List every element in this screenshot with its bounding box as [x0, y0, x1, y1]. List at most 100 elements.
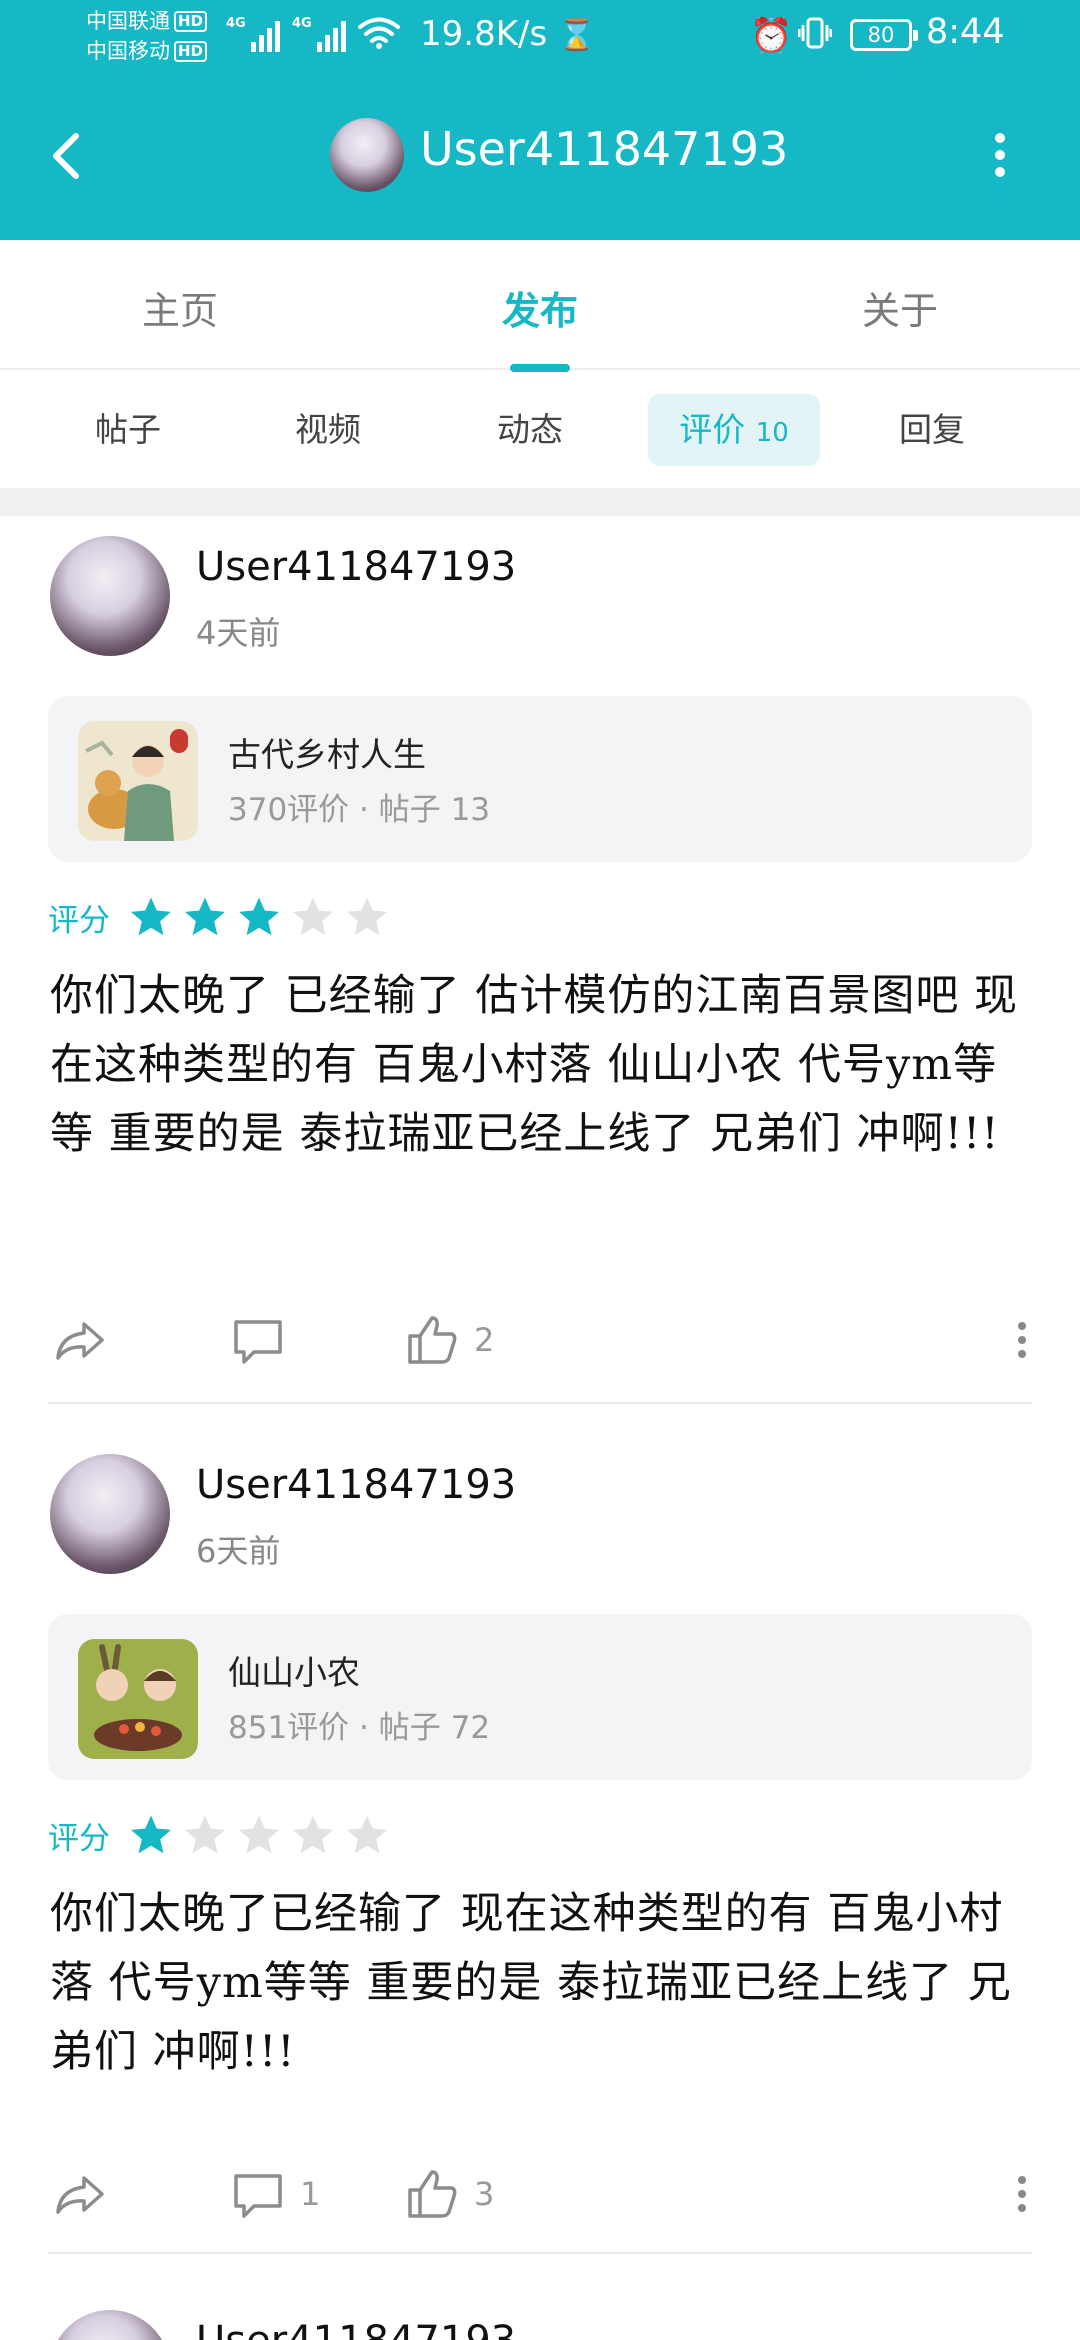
game-stats: 851评价 · 帖子 72 — [228, 1702, 490, 1747]
active-tab-indicator — [510, 364, 570, 372]
game-stats: 370评价 · 帖子 13 — [228, 784, 490, 829]
thumbs-up-icon — [408, 1316, 457, 1364]
tab-publish[interactable]: 发布 — [440, 280, 640, 335]
review-text[interactable]: 你们太晚了已经输了 现在这种类型的有 百鬼小村落 代号ym等等 重要的是 泰拉瑞… — [50, 1880, 1040, 2087]
game-title: 古代乡村人生 — [228, 735, 426, 774]
rating-row: 评分 — [48, 892, 398, 942]
hd-badge-1: HD — [174, 10, 208, 32]
review-actions: 2 — [0, 1302, 1080, 1372]
star-rating — [128, 1812, 398, 1858]
avatar[interactable] — [50, 1454, 170, 1574]
more-options-icon[interactable] — [990, 130, 1010, 180]
carrier-row-2: 中国移动 HD — [86, 36, 208, 66]
subtab-posts-label: 帖子 — [95, 410, 161, 449]
share-button[interactable] — [52, 2166, 108, 2222]
subtab-videos[interactable]: 视频 — [242, 394, 414, 466]
avatar[interactable] — [50, 536, 170, 656]
signal-icon-1: 4G — [226, 16, 280, 52]
nav-row: User411847193 — [0, 100, 1080, 210]
alarm-icon: ⏰ — [750, 16, 793, 56]
review-card[interactable]: User411847193 4天前 古代乡村人生 370评价 · 帖子 13 评… — [0, 516, 1080, 1436]
thumbs-up-icon — [408, 2170, 457, 2218]
wifi-icon — [358, 17, 400, 49]
star-filled-icon — [185, 897, 225, 936]
like-count: 2 — [474, 1321, 495, 1359]
game-title: 仙山小农 — [228, 1653, 360, 1692]
comment-button[interactable] — [230, 1312, 300, 1368]
battery-icon: 80 — [850, 19, 918, 51]
game-link-card[interactable]: 仙山小农 851评价 · 帖子 72 — [48, 1614, 1032, 1780]
status-time: 8:44 — [926, 12, 1005, 52]
app-header: 中国联通 HD 中国移动 HD 4G 4G 19.8K/s ⌛ ⏰ 80 8:44 — [0, 0, 1080, 240]
rating-row: 评分 — [48, 1810, 398, 1860]
game-post-count: 帖子 13 — [378, 792, 491, 828]
subtab-reviews-count: 10 — [755, 418, 789, 448]
more-options-icon[interactable] — [1016, 2176, 1028, 2212]
network-speed: 19.8K/s — [420, 14, 548, 54]
star-empty-icon — [347, 897, 387, 936]
share-icon — [56, 2176, 104, 2214]
subtab-replies[interactable]: 回复 — [846, 394, 1018, 466]
meta-dot: · — [359, 792, 369, 828]
star-rating — [128, 894, 398, 940]
back-arrow-icon[interactable] — [44, 128, 94, 184]
review-time: 6天前 — [196, 1532, 281, 1570]
review-text[interactable]: 你们太晚了 已经输了 估计模仿的江南百景图吧 现在这种类型的有 百鬼小村落 仙山… — [50, 962, 1040, 1169]
carrier-info: 中国联通 HD 中国移动 HD — [86, 6, 208, 66]
star-filled-icon — [131, 1815, 171, 1854]
carrier-row-1: 中国联通 HD — [86, 6, 208, 36]
share-button[interactable] — [52, 1312, 108, 1368]
rating-label: 评分 — [48, 1820, 110, 1857]
avatar[interactable] — [50, 2310, 170, 2340]
publish-sub-tabs: 帖子 视频 动态 评价 10 回复 — [0, 372, 1080, 488]
hourglass-icon: ⌛ — [558, 18, 596, 53]
like-count: 3 — [474, 2175, 495, 2213]
star-filled-icon — [131, 897, 171, 936]
subtab-reviews[interactable]: 评价 10 — [648, 394, 820, 466]
star-empty-icon — [293, 1815, 333, 1854]
review-username[interactable]: User411847193 — [196, 2318, 516, 2340]
star-empty-icon — [347, 1815, 387, 1854]
like-button[interactable]: 2 — [404, 1312, 494, 1368]
review-username[interactable]: User411847193 — [196, 1462, 516, 1508]
section-separator — [0, 488, 1080, 516]
vibrate-icon — [798, 17, 832, 49]
share-icon — [56, 1322, 104, 1360]
subtab-reviews-label: 评价 — [679, 410, 746, 449]
status-bar: 中国联通 HD 中国移动 HD 4G 4G 19.8K/s ⌛ ⏰ 80 8:44 — [0, 0, 1080, 80]
hd-badge-2: HD — [174, 40, 208, 62]
review-time: 4天前 — [196, 614, 281, 652]
comment-count: 1 — [300, 2175, 321, 2213]
subtab-activity-label: 动态 — [497, 410, 563, 449]
subtab-posts[interactable]: 帖子 — [42, 394, 214, 466]
page-title: User411847193 — [420, 122, 789, 176]
carrier-2-label: 中国移动 — [86, 39, 170, 63]
game-review-count: 370评价 — [228, 792, 350, 828]
review-actions: 1 3 — [0, 2156, 1080, 2226]
card-divider — [48, 1402, 1032, 1404]
review-card[interactable]: User411847193 — [0, 2300, 1080, 2340]
star-empty-icon — [185, 1815, 225, 1854]
subtab-videos-label: 视频 — [295, 410, 361, 449]
meta-dot: · — [359, 1710, 369, 1746]
rating-label: 评分 — [48, 902, 110, 939]
subtab-activity[interactable]: 动态 — [444, 394, 616, 466]
network-type-1: 4G — [226, 16, 246, 31]
card-divider — [48, 2252, 1032, 2254]
tab-home[interactable]: 主页 — [80, 280, 280, 335]
review-username[interactable]: User411847193 — [196, 544, 516, 590]
game-post-count: 帖子 72 — [378, 1710, 491, 1746]
star-filled-icon — [239, 897, 279, 936]
subtab-replies-label: 回复 — [899, 410, 965, 449]
profile-tabs: 主页 发布 关于 — [0, 240, 1080, 372]
game-link-card[interactable]: 古代乡村人生 370评价 · 帖子 13 — [48, 696, 1032, 862]
signal-icon-2: 4G — [292, 16, 346, 52]
comment-icon — [234, 1320, 282, 1364]
review-card[interactable]: User411847193 6天前 仙山小农 851评价 · 帖子 72 评分 … — [0, 1434, 1080, 2340]
game-icon — [78, 721, 198, 841]
comment-button[interactable]: 1 — [230, 2166, 320, 2222]
tab-about[interactable]: 关于 — [800, 280, 1000, 335]
more-options-icon[interactable] — [1016, 1322, 1028, 1358]
like-button[interactable]: 3 — [404, 2166, 494, 2222]
header-avatar[interactable] — [330, 118, 404, 192]
